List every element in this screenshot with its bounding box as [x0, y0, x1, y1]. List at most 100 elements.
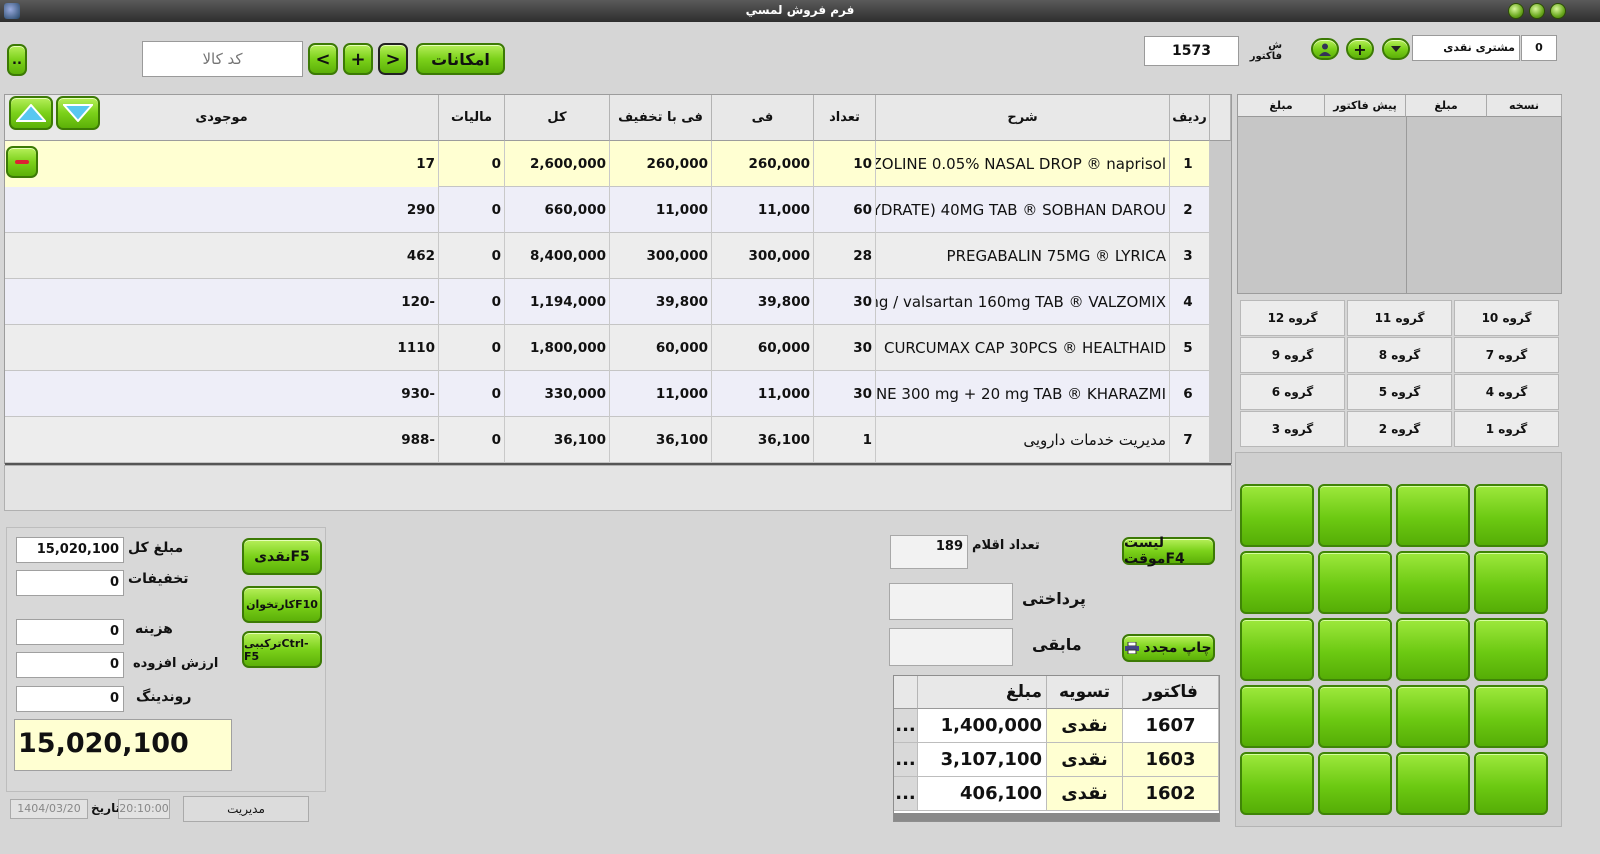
invoice-more-button[interactable]: ... [894, 709, 918, 743]
discounts-label: تخفیفات [128, 571, 189, 587]
group-button[interactable]: گروه 3 [1240, 411, 1345, 447]
table-row[interactable]: 120-01,194,00039,80039,80030‪amlodipine … [5, 279, 1231, 325]
cell-row: 7 [1170, 417, 1210, 463]
table-row[interactable]: 462 0 8,400,000 300,000 300,000 28 ‪PREGABALIN… [5, 233, 1231, 279]
keypad-button[interactable] [1396, 484, 1470, 547]
table-row[interactable]: 1110 0 1,800,000 60,000 60,000 30 ‪CURCUMAX CA… [5, 325, 1231, 371]
keypad-button[interactable] [1474, 685, 1548, 748]
keypad-button[interactable] [1318, 752, 1392, 815]
customer-code-field[interactable]: 0 [1521, 35, 1557, 61]
group-button[interactable]: گروه 4 [1454, 374, 1559, 410]
cell-discounted-price: 11,000 [610, 187, 712, 233]
table-row[interactable]: 1702,600,000260,000260,00010‪NAPHAZOLINE… [5, 141, 1231, 187]
keypad-button[interactable] [1474, 551, 1548, 614]
group-button[interactable]: گروه 5 [1347, 374, 1452, 410]
table-footer [4, 465, 1232, 511]
keypad-button[interactable] [1474, 752, 1548, 815]
group-button[interactable]: گروه 12 [1240, 300, 1345, 336]
group-button[interactable]: گروه 2 [1347, 411, 1452, 447]
keypad-button[interactable] [1396, 618, 1470, 681]
cell-tax: 0 [439, 141, 505, 187]
group-button[interactable]: گروه 7 [1454, 337, 1559, 373]
group-button[interactable]: گروه 1 [1454, 411, 1559, 447]
keypad-button[interactable] [1318, 551, 1392, 614]
keypad-button[interactable] [1474, 618, 1548, 681]
invoices-header-amount: مبلغ [918, 676, 1047, 709]
cell-discounted-price: 60,000 [610, 325, 712, 371]
keypad-button[interactable] [1240, 484, 1314, 547]
invoices-scrollbar[interactable] [894, 813, 1219, 821]
keypad-button[interactable] [1240, 551, 1314, 614]
minimize-button[interactable] [1508, 3, 1524, 19]
cell-price: 36,100 [712, 417, 814, 463]
invoices-header-invoice: فاکتور [1123, 676, 1219, 709]
cost-field[interactable]: 0 [16, 619, 124, 645]
group-button[interactable]: گروه 9 [1240, 337, 1345, 373]
card-pay-button[interactable]: کارتخوانF10 [242, 586, 322, 623]
reprint-button[interactable]: چاپ مجدد [1122, 634, 1215, 662]
items-table: موجودی مالیات کل فی با تخفیف فی تعداد شر… [4, 94, 1232, 465]
keypad-button[interactable] [1240, 752, 1314, 815]
cell-row: 1 [1170, 141, 1210, 187]
customer-user-icon[interactable] [1311, 38, 1339, 60]
vat-field: 0 [16, 652, 124, 678]
group-button[interactable]: گروه 11 [1347, 300, 1452, 336]
cell-spacer [1210, 233, 1231, 279]
keypad-button[interactable] [1240, 618, 1314, 681]
table-row[interactable]: 930-0330,00011,00011,00030‪ACETAMINOPHEN… [5, 371, 1231, 417]
group-button[interactable]: گروه 6 [1240, 374, 1345, 410]
cell-price: 11,000 [712, 371, 814, 417]
cell-discounted-price: 260,000 [610, 141, 712, 187]
cell-description: ‪(HYDROCHLORIDE MONOHYDRATE) 40MG TAB ® … [876, 187, 1170, 233]
next-button[interactable]: > [378, 43, 408, 75]
header-qty: تعداد [814, 95, 876, 141]
keypad-button[interactable] [1240, 685, 1314, 748]
cell-total: 660,000 [505, 187, 610, 233]
cell-total: 2,600,000 [505, 141, 610, 187]
invoice-more-button[interactable]: ... [894, 743, 918, 777]
customer-add-button[interactable]: + [1346, 38, 1374, 60]
cell-row: 6 [1170, 371, 1210, 417]
mixed-pay-button[interactable]: ترکیبیCtrl-F5 [242, 631, 322, 668]
cell-stock: 930- [5, 371, 439, 417]
close-button[interactable] [1550, 3, 1566, 19]
table-row[interactable]: 2900660,00011,00011,00060‪(HYDROCHLORIDE… [5, 187, 1231, 233]
cell-row: 2 [1170, 187, 1210, 233]
keypad-button[interactable] [1318, 484, 1392, 547]
grand-total: 15,020,100 [14, 719, 232, 771]
cell-spacer [1210, 141, 1231, 187]
customer-dropdown-chevron-down-icon[interactable] [1382, 38, 1410, 60]
keypad-button[interactable] [1396, 551, 1470, 614]
cell-tax: 0 [439, 187, 505, 233]
invoice-more-button[interactable]: ... [894, 777, 918, 811]
header-amount2: مبلغ [1238, 95, 1325, 117]
move-up-button[interactable] [9, 96, 53, 130]
move-down-button[interactable] [56, 96, 100, 130]
group-button[interactable]: گروه 10 [1454, 300, 1559, 336]
prescription-panel: نسخه مبلغ پیش فاکتور مبلغ [1237, 94, 1562, 294]
cell-stock: 17 [5, 141, 439, 187]
cash-pay-button[interactable]: نقدیF5 [242, 538, 322, 575]
cell-spacer [1210, 417, 1231, 463]
temp-list-button[interactable]: لیست موقتF4 [1122, 535, 1215, 567]
maximize-button[interactable] [1529, 3, 1545, 19]
prev-button[interactable]: < [308, 43, 338, 75]
more-button[interactable]: .. [7, 44, 27, 76]
product-code-input[interactable] [142, 41, 303, 77]
add-button[interactable]: + [343, 43, 373, 75]
keypad-button[interactable] [1396, 685, 1470, 748]
paid-field[interactable] [889, 583, 1013, 620]
options-button[interactable]: امکانات [416, 43, 505, 75]
group-button[interactable]: گروه 8 [1347, 337, 1452, 373]
customer-name-field[interactable]: مشتری نقدی [1412, 35, 1520, 61]
remove-row-button[interactable] [6, 146, 38, 178]
header-discounted-price: فی با تخفیف [610, 95, 712, 141]
keypad-button[interactable] [1318, 685, 1392, 748]
invoice-number-field[interactable]: 1573 [1144, 36, 1239, 66]
keypad-button[interactable] [1318, 618, 1392, 681]
total-amount-label: مبلغ کل [128, 540, 184, 556]
keypad-button[interactable] [1474, 484, 1548, 547]
table-row[interactable]: 988- 0 36,100 36,100 36,100 1 مدیریت خدمات دار… [5, 417, 1231, 463]
cell-description: ‪ACETAMINOPHEN CODEINE 300 mg + 20 mg TA… [876, 371, 1170, 417]
keypad-button[interactable] [1396, 752, 1470, 815]
